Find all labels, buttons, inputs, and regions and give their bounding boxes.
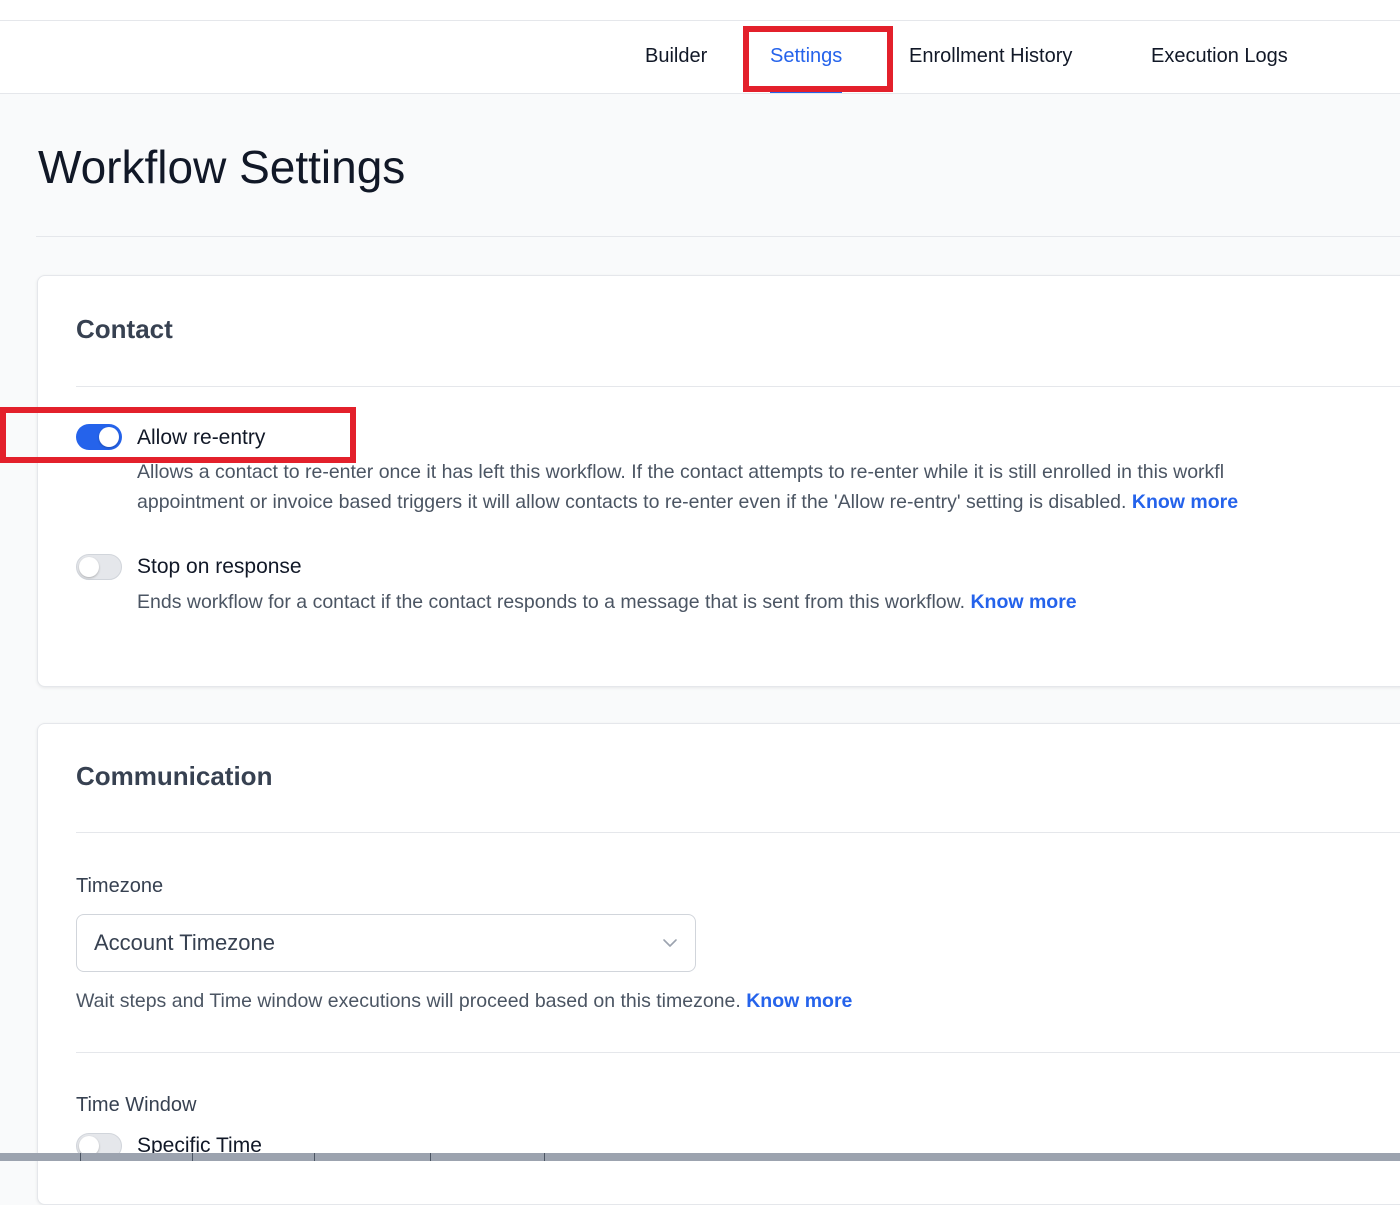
timezone-select-value: Account Timezone	[94, 930, 275, 955]
timezone-select[interactable]: Account Timezone	[76, 914, 696, 972]
tab-enrollment-history[interactable]: Enrollment History	[909, 21, 1072, 93]
top-strip	[0, 0, 1400, 21]
time-window-label: Time Window	[76, 1094, 197, 1116]
allow-reentry-description-text: appointment or invoice based triggers it…	[137, 491, 1127, 513]
timezone-know-more-link[interactable]: Know more	[746, 990, 852, 1012]
active-tab-underline	[770, 90, 843, 93]
stop-on-response-toggle[interactable]	[76, 554, 122, 580]
tab-builder[interactable]: Builder	[645, 21, 707, 93]
timezone-help-description: Wait steps and Time window executions wi…	[76, 990, 741, 1012]
taskbar-divider	[314, 1153, 315, 1161]
stop-on-response-description: Ends workflow for a contact if the conta…	[137, 587, 1077, 617]
toggle-knob	[99, 427, 119, 447]
workflow-tab-bar: Builder Settings Enrollment History Exec…	[0, 21, 1400, 94]
tab-execution-logs[interactable]: Execution Logs	[1151, 21, 1288, 93]
stop-on-response-description-text: Ends workflow for a contact if the conta…	[137, 591, 966, 613]
taskbar-divider	[430, 1153, 431, 1161]
allow-reentry-description-line1: Allows a contact to re-enter once it has…	[137, 461, 1225, 483]
timezone-divider	[76, 1052, 1400, 1053]
timezone-help-text: Wait steps and Time window executions wi…	[76, 986, 852, 1016]
taskbar-divider	[544, 1153, 545, 1161]
allow-reentry-know-more-link[interactable]: Know more	[1132, 491, 1238, 513]
title-divider	[36, 236, 1400, 237]
contact-section-divider	[76, 386, 1400, 387]
page-title: Workflow Settings	[38, 141, 406, 193]
stop-on-response-know-more-link[interactable]: Know more	[970, 591, 1076, 613]
communication-section-divider	[76, 832, 1400, 833]
communication-section-title: Communication	[76, 761, 273, 791]
communication-settings-card: Communication Timezone Account Timezone …	[37, 723, 1400, 1205]
taskbar-strip	[0, 1153, 1400, 1161]
taskbar-divider	[192, 1153, 193, 1161]
allow-reentry-label: Allow re-entry	[137, 426, 266, 449]
contact-settings-card: Contact Allow re-entry Allows a contact …	[37, 275, 1400, 687]
contact-section-title: Contact	[76, 314, 173, 344]
allow-reentry-description-line2: appointment or invoice based triggers it…	[137, 487, 1238, 517]
tab-settings[interactable]: Settings	[770, 21, 843, 93]
allow-reentry-toggle[interactable]	[76, 424, 122, 450]
stop-on-response-label: Stop on response	[137, 555, 302, 578]
tab-settings-label: Settings	[770, 45, 843, 67]
taskbar-divider	[80, 1153, 81, 1161]
toggle-knob	[79, 557, 99, 577]
timezone-label: Timezone	[76, 875, 164, 897]
chevron-down-icon	[663, 939, 677, 947]
